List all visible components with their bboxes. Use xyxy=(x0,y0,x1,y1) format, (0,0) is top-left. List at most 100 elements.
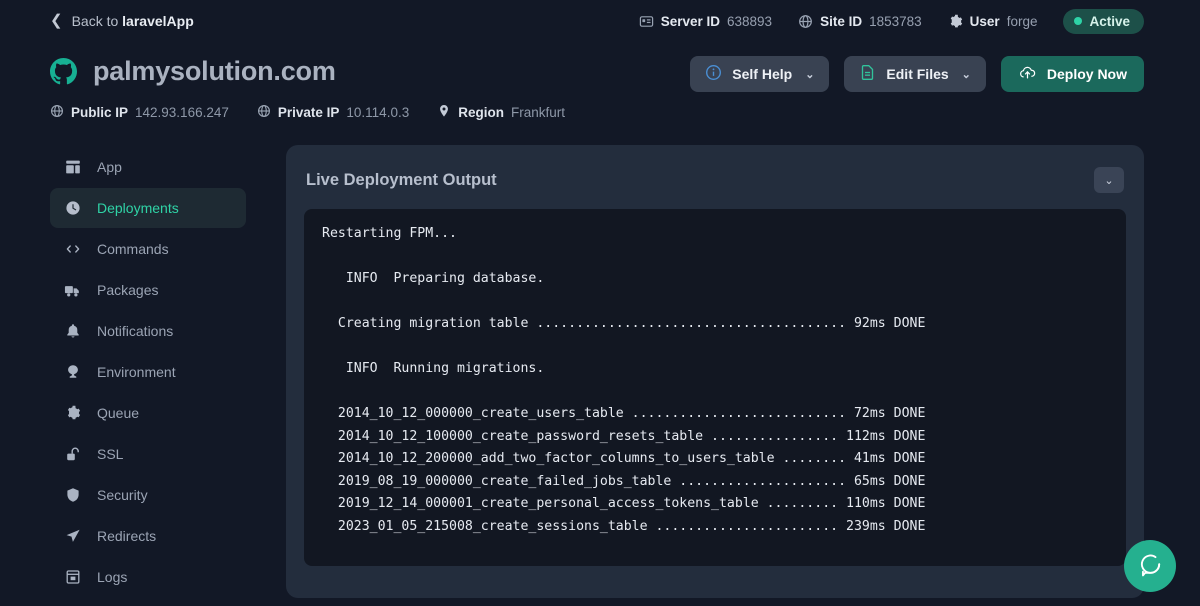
private-ip-label: Private IP xyxy=(277,105,340,120)
site-header: palmysolution.com Public IP 142.93.166.2… xyxy=(0,42,1200,121)
page-title: palmysolution.com xyxy=(93,56,336,86)
terminal-line: 2023_01_05_215008_create_sessions_table … xyxy=(322,518,926,534)
tree-icon xyxy=(64,364,81,380)
sidebar: App Deployments Commands Packages Notifi… xyxy=(50,145,246,598)
sidebar-item-packages[interactable]: Packages xyxy=(50,270,246,310)
file-icon xyxy=(859,64,876,84)
self-help-label: Self Help xyxy=(732,66,793,82)
cloud-upload-icon xyxy=(1018,63,1037,85)
clock-icon xyxy=(64,200,81,216)
server-id-value: 638893 xyxy=(727,13,773,29)
help-chat-button[interactable] xyxy=(1124,540,1176,592)
site-id-label: Site ID xyxy=(820,13,863,29)
shield-icon xyxy=(64,487,81,503)
region-label: Region xyxy=(458,105,504,120)
server-icon xyxy=(639,14,654,29)
user-label: User xyxy=(969,13,1000,29)
sidebar-item-label: Security xyxy=(97,487,148,503)
edit-files-label: Edit Files xyxy=(886,66,949,82)
sidebar-item-label: Commands xyxy=(97,241,169,257)
chevron-left-icon: ❮ xyxy=(50,12,63,29)
sidebar-item-label: Notifications xyxy=(97,323,174,339)
terminal-line: 2014_10_12_100000_create_password_resets… xyxy=(322,428,926,444)
terminal-line: 2014_10_12_200000_add_two_factor_columns… xyxy=(322,451,926,466)
lock-open-icon xyxy=(64,446,81,462)
bell-icon xyxy=(64,323,81,339)
sidebar-item-redirects[interactable]: Redirects xyxy=(50,516,246,556)
panel-title: Live Deployment Output xyxy=(306,170,497,189)
public-ip-value: 142.93.166.247 xyxy=(135,105,229,120)
sidebar-item-label: App xyxy=(97,159,122,175)
collapse-panel-button[interactable]: ⌄ xyxy=(1094,167,1124,193)
panel-header: Live Deployment Output ⌄ xyxy=(304,161,1126,209)
sidebar-item-security[interactable]: Security xyxy=(50,475,246,515)
sidebar-item-label: Packages xyxy=(97,282,159,298)
sidebar-item-label: SSL xyxy=(97,446,124,462)
top-utility-bar: ❮ Back to laravelApp Server ID 638893 Si… xyxy=(0,0,1200,42)
status-badge: Active xyxy=(1063,8,1144,34)
self-help-button[interactable]: Self Help ⌄ xyxy=(690,56,830,92)
server-id-meta: Server ID 638893 xyxy=(639,14,772,29)
back-to-app-link[interactable]: ❮ Back to laravelApp xyxy=(50,13,194,29)
sidebar-item-environment[interactable]: Environment xyxy=(50,352,246,392)
sidebar-item-queue[interactable]: Queue xyxy=(50,393,246,433)
sidebar-item-logs[interactable]: Logs xyxy=(50,557,246,597)
user-meta: User forge xyxy=(948,13,1037,29)
gear-icon xyxy=(64,405,81,421)
terminal-line: Restarting FPM... xyxy=(322,226,457,241)
code-icon xyxy=(64,241,81,257)
gear-icon xyxy=(948,14,963,29)
terminal-line: 2014_10_12_000000_create_users_table ...… xyxy=(322,406,926,421)
deploy-now-button[interactable]: Deploy Now xyxy=(1000,56,1144,92)
sidebar-item-app[interactable]: App xyxy=(50,147,246,187)
server-id-label: Server ID xyxy=(660,13,721,29)
status-dot-icon xyxy=(1074,17,1083,25)
sidebar-item-label: Logs xyxy=(97,569,128,585)
sidebar-item-ssl[interactable]: SSL xyxy=(50,434,246,474)
layout-icon xyxy=(64,159,81,175)
logs-icon xyxy=(64,569,81,585)
chat-help-icon xyxy=(1137,552,1163,581)
public-ip-detail: Public IP 142.93.166.247 xyxy=(50,104,229,121)
terminal-line: 2019_12_14_000001_create_personal_access… xyxy=(322,496,926,511)
edit-files-button[interactable]: Edit Files ⌄ xyxy=(844,56,986,92)
region-detail: Region Frankfurt xyxy=(437,104,565,121)
globe-icon xyxy=(257,104,271,121)
sidebar-item-label: Deployments xyxy=(97,200,179,216)
deployment-output-terminal[interactable]: Restarting FPM... INFO Preparing databas… xyxy=(304,209,1126,566)
chevron-down-icon: ⌄ xyxy=(961,68,971,81)
sidebar-item-deployments[interactable]: Deployments xyxy=(50,188,246,228)
sidebar-item-notifications[interactable]: Notifications xyxy=(50,311,246,351)
globe-icon xyxy=(798,14,813,29)
sidebar-item-label: Redirects xyxy=(97,528,157,544)
private-ip-value: 10.114.0.3 xyxy=(346,105,410,120)
arrow-icon xyxy=(64,528,81,544)
terminal-line: 2019_08_19_000000_create_failed_jobs_tab… xyxy=(322,473,926,489)
page-body: App Deployments Commands Packages Notifi… xyxy=(0,145,1200,598)
chevron-down-icon: ⌄ xyxy=(805,68,815,81)
back-link-label: Back to laravelApp xyxy=(71,13,194,29)
deploy-now-label: Deploy Now xyxy=(1046,66,1127,82)
pin-icon xyxy=(437,104,451,121)
region-value: Frankfurt xyxy=(510,105,565,120)
github-icon xyxy=(50,58,77,85)
site-detail-row: Public IP 142.93.166.247 Private IP 10.1… xyxy=(50,104,1144,121)
info-icon xyxy=(705,64,722,84)
public-ip-label: Public IP xyxy=(71,105,129,120)
top-meta-group: Server ID 638893 Site ID 1853783 User fo… xyxy=(639,8,1144,34)
sidebar-item-label: Queue xyxy=(97,405,140,421)
globe-icon xyxy=(50,104,64,121)
private-ip-detail: Private IP 10.114.0.3 xyxy=(257,104,409,121)
live-deployment-output-panel: Live Deployment Output ⌄ Restarting FPM.… xyxy=(286,145,1144,598)
site-id-meta: Site ID 1853783 xyxy=(798,14,922,29)
site-id-value: 1853783 xyxy=(869,13,922,29)
truck-icon xyxy=(64,282,81,299)
terminal-line: INFO Preparing database. xyxy=(322,271,545,286)
sidebar-item-label: Environment xyxy=(97,364,176,380)
sidebar-item-commands[interactable]: Commands xyxy=(50,229,246,269)
status-badge-label: Active xyxy=(1089,13,1130,29)
